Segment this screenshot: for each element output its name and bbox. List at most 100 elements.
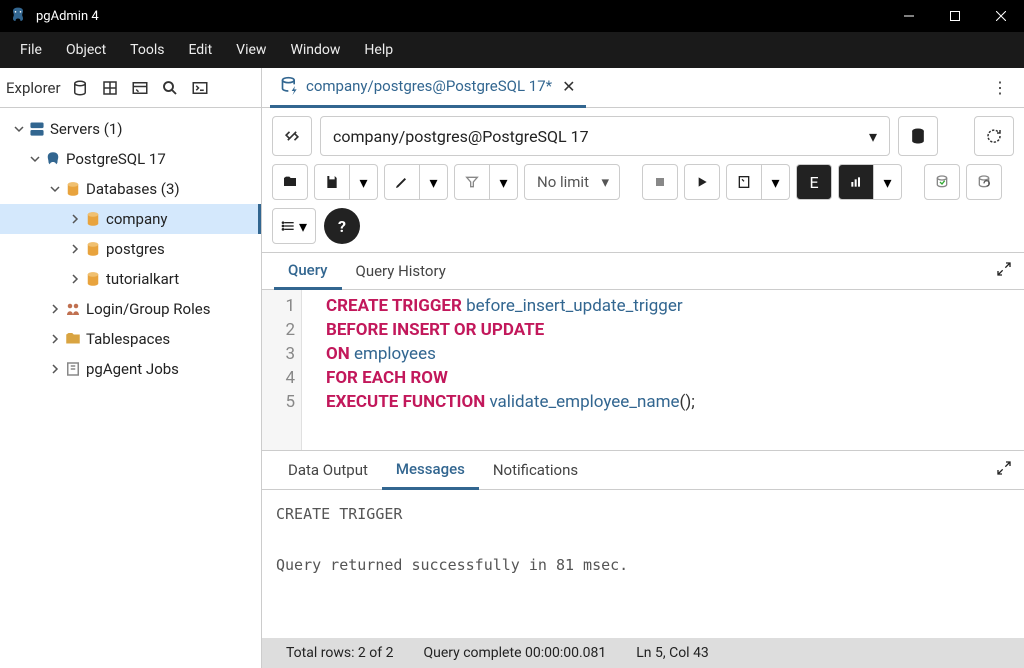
window-title: pgAdmin 4 xyxy=(36,9,886,24)
caret-down-icon[interactable] xyxy=(48,184,62,194)
statusbar: Total rows: 2 of 2 Query complete 00:00:… xyxy=(262,638,1024,668)
server-group-icon xyxy=(26,120,48,138)
save-button[interactable] xyxy=(314,164,350,200)
database-icon xyxy=(82,240,104,258)
sidebar: Explorer Servers (1) PostgreSQL 17 xyxy=(0,68,262,668)
database-icon xyxy=(82,270,104,288)
caret-down-icon[interactable] xyxy=(12,124,26,134)
tree-db-tutorialkart[interactable]: tutorialkart xyxy=(0,264,261,294)
caret-right-icon[interactable] xyxy=(68,274,82,284)
psql-icon[interactable] xyxy=(185,73,215,103)
tab-data-output[interactable]: Data Output xyxy=(274,450,382,490)
window-buttons xyxy=(886,0,1024,32)
tree-tablespaces[interactable]: Tablespaces xyxy=(0,324,261,354)
active-tab[interactable]: company/postgres@PostgreSQL 17* ✕ xyxy=(270,68,586,108)
open-file-button[interactable] xyxy=(272,164,308,200)
caret-right-icon[interactable] xyxy=(48,304,62,314)
explain-analyze-button[interactable]: E xyxy=(796,164,832,200)
expand-output-icon[interactable] xyxy=(996,460,1012,480)
caret-right-icon[interactable] xyxy=(68,244,82,254)
filter-dropdown[interactable]: ▾ xyxy=(490,164,518,200)
menu-window[interactable]: Window xyxy=(278,36,352,64)
kebab-menu-icon[interactable]: ⋮ xyxy=(984,78,1016,97)
menu-help[interactable]: Help xyxy=(352,36,405,64)
filter-button[interactable] xyxy=(454,164,490,200)
tree-login-roles[interactable]: Login/Group Roles xyxy=(0,294,261,324)
tree-databases[interactable]: Databases (3) xyxy=(0,174,261,204)
caret-right-icon[interactable] xyxy=(48,334,62,344)
maximize-button[interactable] xyxy=(932,0,978,32)
line-gutter: 1 2 3 4 5 xyxy=(262,290,302,450)
minimize-button[interactable] xyxy=(886,0,932,32)
database-icon xyxy=(82,210,104,228)
edit-dropdown[interactable]: ▾ xyxy=(420,164,448,200)
limit-select[interactable]: No limit xyxy=(524,164,620,200)
tree-servers[interactable]: Servers (1) xyxy=(0,114,261,144)
help-button[interactable]: ? xyxy=(324,208,360,244)
editor-tabbar: company/postgres@PostgreSQL 17* ✕ ⋮ xyxy=(262,68,1024,108)
agent-icon xyxy=(62,360,84,378)
edit-button[interactable] xyxy=(384,164,420,200)
connection-select[interactable]: company/postgres@PostgreSQL 17 ▾ xyxy=(320,116,890,156)
tab-messages[interactable]: Messages xyxy=(382,450,479,490)
app-icon xyxy=(8,6,28,26)
database-icon xyxy=(62,180,84,198)
filter-icon[interactable] xyxy=(125,73,155,103)
grid-icon[interactable] xyxy=(95,73,125,103)
close-tab-icon[interactable]: ✕ xyxy=(562,77,575,96)
object-tree: Servers (1) PostgreSQL 17 Databases (3) … xyxy=(0,108,261,390)
roles-icon xyxy=(62,300,84,318)
sql-editor[interactable]: 1 2 3 4 5 CREATE TRIGGER before_insert_u… xyxy=(262,290,1024,450)
menu-view[interactable]: View xyxy=(224,36,278,64)
code-content[interactable]: CREATE TRIGGER before_insert_update_trig… xyxy=(302,290,695,450)
connection-status-button[interactable] xyxy=(272,116,312,156)
tree-db-postgres[interactable]: postgres xyxy=(0,234,261,264)
window-titlebar: pgAdmin 4 xyxy=(0,0,1024,32)
analyze-graph-button[interactable] xyxy=(838,164,874,200)
commit-button[interactable] xyxy=(924,164,960,200)
macros-button[interactable]: ▾ xyxy=(272,208,316,244)
editor-subtabs: Query Query History xyxy=(262,252,1024,290)
menubar: File Object Tools Edit View Window Help xyxy=(0,32,1024,68)
connection-row: company/postgres@PostgreSQL 17 ▾ xyxy=(262,108,1024,164)
execute-button[interactable] xyxy=(684,164,720,200)
menu-object[interactable]: Object xyxy=(54,36,118,64)
menu-file[interactable]: File xyxy=(8,36,54,64)
database-lightning-icon xyxy=(280,76,300,96)
rollback-button[interactable] xyxy=(966,164,1002,200)
status-query-time: Query complete 00:00:00.081 xyxy=(423,645,606,661)
explain-button[interactable] xyxy=(726,164,762,200)
reset-button[interactable] xyxy=(974,116,1014,156)
caret-right-icon[interactable] xyxy=(68,214,82,224)
menu-tools[interactable]: Tools xyxy=(118,36,176,64)
status-rows: Total rows: 2 of 2 xyxy=(286,645,393,661)
close-button[interactable] xyxy=(978,0,1024,32)
tab-label: company/postgres@PostgreSQL 17* xyxy=(306,77,552,95)
tree-db-company[interactable]: company xyxy=(0,204,261,234)
chevron-down-icon: ▾ xyxy=(869,127,877,146)
new-connection-button[interactable] xyxy=(898,116,938,156)
caret-down-icon[interactable] xyxy=(28,154,42,164)
analyze-dropdown[interactable]: ▾ xyxy=(874,164,902,200)
explain-dropdown[interactable]: ▾ xyxy=(762,164,790,200)
search-icon[interactable] xyxy=(155,73,185,103)
elephant-icon xyxy=(42,150,64,168)
tab-query-history[interactable]: Query History xyxy=(342,252,460,290)
content-area: company/postgres@PostgreSQL 17* ✕ ⋮ comp… xyxy=(262,68,1024,668)
stop-button[interactable] xyxy=(642,164,678,200)
expand-editor-icon[interactable] xyxy=(996,261,1012,281)
caret-right-icon[interactable] xyxy=(48,364,62,374)
query-toolbar-row2: ▾ ? xyxy=(262,208,1024,252)
tab-notifications[interactable]: Notifications xyxy=(479,450,592,490)
messages-output: CREATE TRIGGER Query returned successful… xyxy=(262,490,1024,638)
tree-postgresql[interactable]: PostgreSQL 17 xyxy=(0,144,261,174)
folder-icon xyxy=(62,330,84,348)
tree-pgagent[interactable]: pgAgent Jobs xyxy=(0,354,261,384)
output-tabs: Data Output Messages Notifications xyxy=(262,450,1024,490)
menu-edit[interactable]: Edit xyxy=(176,36,224,64)
sidebar-header: Explorer xyxy=(0,68,261,108)
tab-query[interactable]: Query xyxy=(274,252,342,290)
properties-icon[interactable] xyxy=(65,73,95,103)
save-dropdown[interactable]: ▾ xyxy=(350,164,378,200)
sidebar-title: Explorer xyxy=(6,79,65,97)
